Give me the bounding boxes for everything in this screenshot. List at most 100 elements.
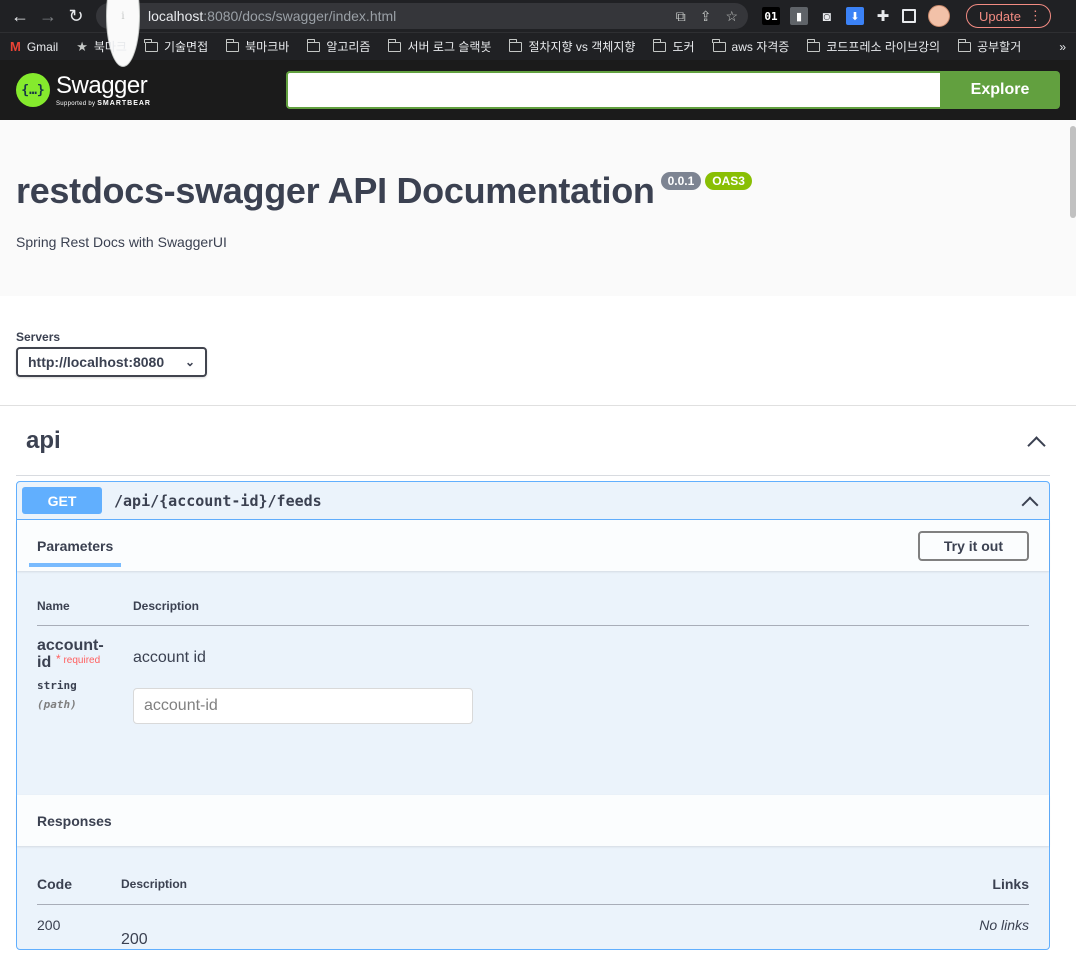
explore-button[interactable]: Explore <box>940 71 1060 109</box>
caret-up-icon[interactable] <box>1020 491 1040 511</box>
chevron-down-icon: ⌄ <box>184 355 195 369</box>
oas-badge: OAS3 <box>705 172 752 190</box>
bookmark-item[interactable]: M Gmail <box>10 39 58 54</box>
version-badge: 0.0.1 <box>660 172 702 190</box>
swagger-logo[interactable]: {…} Swagger Supported by SMARTBEAR <box>16 73 151 107</box>
logo-text: Swagger <box>56 71 148 99</box>
responses-header: Responses <box>17 795 1049 846</box>
bookmark-item[interactable]: 절차지향 vs 객체지향 <box>508 38 636 55</box>
method-badge: GET <box>22 487 102 514</box>
scrollbar[interactable] <box>1070 126 1076 218</box>
url-path: :8080/docs/swagger/index.html <box>203 8 397 24</box>
swagger-topbar: {…} Swagger Supported by SMARTBEAR Explo… <box>0 60 1076 120</box>
reload-icon[interactable]: ↻ <box>62 2 90 30</box>
extension-01-icon[interactable]: 01 <box>762 7 780 25</box>
bookmark-label: 알고리즘 <box>326 40 371 54</box>
tag-section: api GET /api/{account-id}/feeds Paramete… <box>0 406 1076 950</box>
param-type: string <box>37 678 77 692</box>
update-button[interactable]: Update ⋮ <box>966 4 1051 28</box>
bookmarks-bar: M Gmail ★ 북마크 기술면접 북마크바 알고리즘 서버 로그 슬랙봇 절차지향 vs 객… <box>0 32 1076 60</box>
operation-block: GET /api/{account-id}/feeds Parameters T… <box>16 481 1050 950</box>
param-location: (path) <box>37 697 77 711</box>
bookmark-item[interactable]: 공부할거 <box>957 38 1022 55</box>
logo-subtext: Supported by SMARTBEAR <box>56 99 151 107</box>
try-it-out-button[interactable]: Try it out <box>917 530 1029 561</box>
caret-up-icon[interactable] <box>1026 431 1046 451</box>
account-id-input[interactable]: account-id <box>133 688 473 724</box>
folder-icon <box>806 38 821 52</box>
col-name: Name <box>37 599 70 613</box>
download-extension-icon[interactable]: ⬇ <box>846 7 864 25</box>
folder-icon <box>712 38 726 52</box>
response-description: 200 <box>121 931 148 948</box>
update-label: Update <box>979 8 1021 24</box>
operation-summary[interactable]: GET /api/{account-id}/feeds <box>17 482 1049 520</box>
response-code: 200 <box>37 917 61 933</box>
folder-icon <box>144 38 158 52</box>
bookmark-item[interactable]: 코드프레소 라이브강의 <box>806 38 941 55</box>
gmail-icon: M <box>10 39 21 54</box>
bookmark-label: 코드프레소 라이브강의 <box>826 40 941 54</box>
folder-icon <box>652 38 667 52</box>
bookmark-label: 기술면접 <box>163 40 209 54</box>
servers-section: Servers http://localhost:8080 ⌄ <box>0 296 1076 406</box>
col-code: Code <box>37 876 72 892</box>
responses-table-header: Code Description Links <box>37 876 1029 905</box>
col-description: Description <box>133 599 200 613</box>
bookmark-label: 서버 로그 슬랙봇 <box>407 40 492 54</box>
bookmark-item[interactable]: 알고리즘 <box>306 38 371 55</box>
col-description: Description <box>121 877 188 891</box>
tag-header[interactable]: api <box>16 406 1050 476</box>
api-info: restdocs-swagger API Documentation 0.0.1… <box>0 120 1076 296</box>
table-row: 200 200 No links <box>37 905 1029 949</box>
extension-i-icon[interactable]: ▮ <box>790 7 808 25</box>
bookmark-item[interactable]: 도커 <box>652 38 695 55</box>
bookmark-item[interactable]: 서버 로그 슬랙봇 <box>387 38 492 55</box>
bookmark-label: Gmail <box>26 39 59 54</box>
bookmark-item[interactable]: aws 자격증 <box>712 38 790 55</box>
explore-url-input[interactable] <box>286 71 940 109</box>
profile-avatar[interactable] <box>928 5 950 27</box>
bookmark-label: 공부할거 <box>977 40 1022 54</box>
parameters-table-header: Name Description <box>37 599 1029 626</box>
server-select[interactable]: http://localhost:8080 ⌄ <box>16 347 207 377</box>
folder-icon <box>508 38 523 52</box>
bookmark-label: 북마크 <box>93 40 127 54</box>
param-description: account id <box>133 649 206 666</box>
tab-parameters[interactable]: Parameters <box>28 520 122 571</box>
folder-icon <box>387 38 402 52</box>
parameters-table: Name Description account- id * required … <box>17 571 1049 795</box>
camera-extension-icon[interactable]: ◙ <box>818 7 836 25</box>
bookmark-label: aws 자격증 <box>731 40 790 54</box>
translate-icon[interactable]: ⧉ <box>676 8 686 25</box>
bookmark-label: 북마크바 <box>245 40 290 54</box>
bookmark-item[interactable]: 북마크바 <box>225 38 290 55</box>
folder-icon <box>957 38 972 52</box>
url-host: localhost <box>148 8 204 24</box>
bookmark-item[interactable]: ★ 북마크 <box>76 38 127 55</box>
col-links: Links <box>992 876 1029 892</box>
back-arrow-icon[interactable]: ← <box>6 2 34 30</box>
bookmark-item[interactable]: 기술면접 <box>144 38 209 55</box>
operation-path: /api/{account-id}/feeds <box>114 491 322 510</box>
bookmarks-overflow-icon[interactable]: » <box>1059 40 1066 54</box>
swagger-logo-icon: {…} <box>16 73 50 107</box>
bookmark-label: 절차지향 vs 객체지향 <box>528 40 636 54</box>
bookmark-label: 도커 <box>672 40 695 54</box>
server-select-value: http://localhost:8080 <box>28 354 165 370</box>
address-bar[interactable]: i localhost:8080/docs/swagger/index.html… <box>96 0 748 67</box>
page-title: restdocs-swagger API Documentation <box>16 170 655 211</box>
puzzle-extensions-icon[interactable]: ✚ <box>874 7 892 25</box>
browser-toolbar: ← → ↻ i localhost:8080/docs/swagger/inde… <box>0 0 1076 67</box>
responses-table: Code Description Links 200 200 No links <box>17 846 1049 949</box>
forward-arrow-icon[interactable]: → <box>34 2 62 30</box>
explore-form: Explore <box>286 71 1060 109</box>
bookmark-star-icon[interactable]: ☆ <box>725 8 738 25</box>
tag-name: api <box>26 426 61 454</box>
param-name: account- id * required <box>37 637 104 671</box>
share-icon[interactable]: ⇪ <box>700 8 712 25</box>
folder-icon <box>306 38 321 52</box>
star-icon: ★ <box>76 38 88 54</box>
api-description: Spring Rest Docs with SwaggerUI <box>16 234 227 250</box>
side-panel-icon[interactable] <box>902 9 916 23</box>
